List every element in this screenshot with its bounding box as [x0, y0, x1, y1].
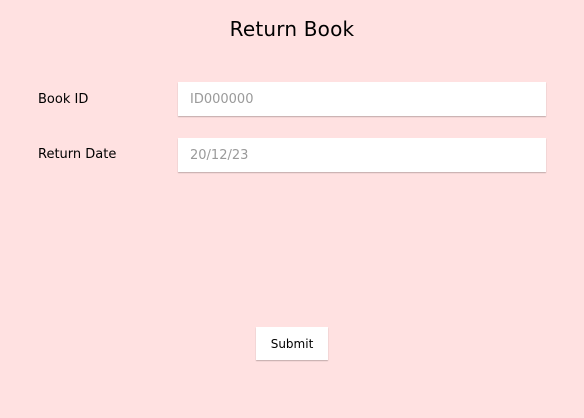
- return-date-label: Return Date: [38, 147, 117, 162]
- book-id-input[interactable]: [178, 82, 546, 116]
- return-date-input[interactable]: [178, 138, 546, 172]
- book-id-label: Book ID: [38, 92, 89, 107]
- submit-button[interactable]: Submit: [256, 327, 328, 360]
- page-title: Return Book: [229, 17, 355, 41]
